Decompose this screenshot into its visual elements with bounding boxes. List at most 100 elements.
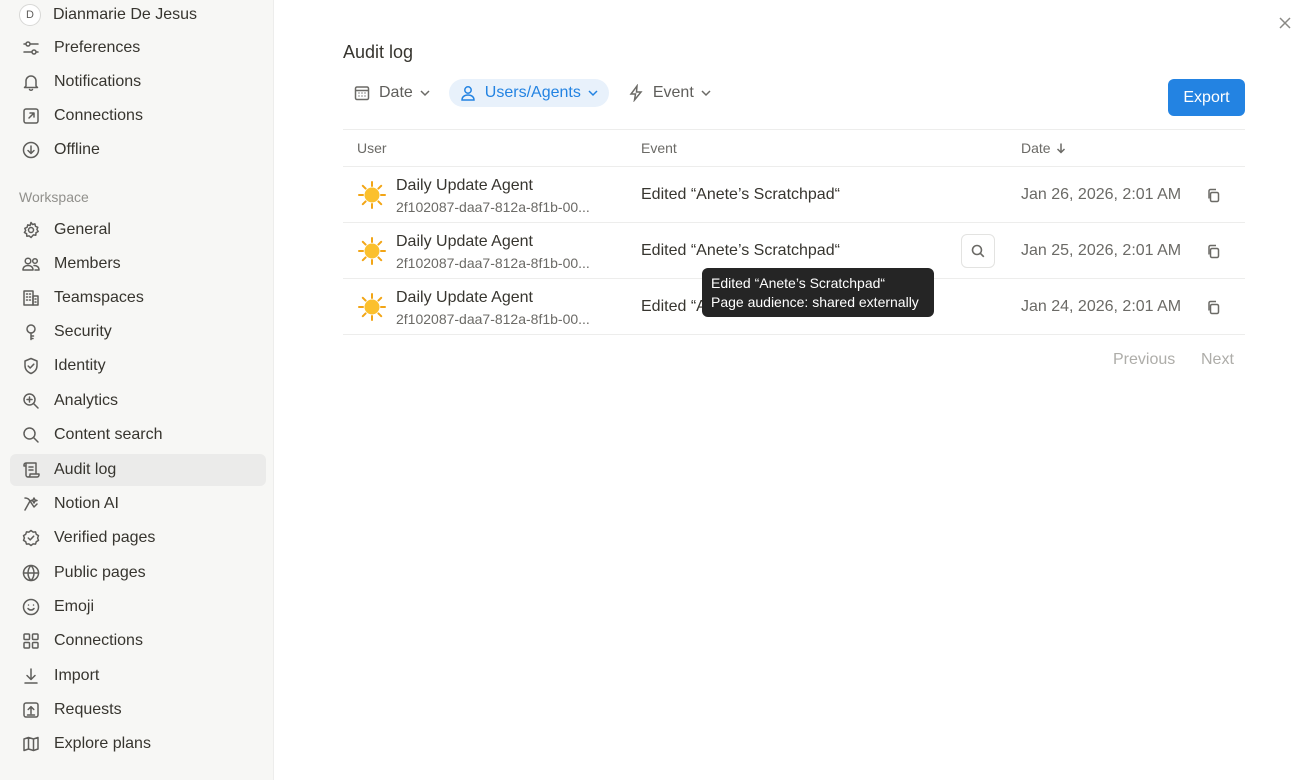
map-icon — [20, 733, 42, 755]
sidebar-item-notifications[interactable]: Notifications — [10, 66, 266, 98]
building-icon — [20, 287, 42, 309]
sidebar-item-offline[interactable]: Offline — [10, 134, 266, 166]
sidebar-item-label: Public pages — [54, 564, 146, 581]
smiley-icon — [20, 596, 42, 618]
sun-emoji-icon — [358, 181, 386, 209]
account-name: Dianmarie De Jesus — [53, 6, 198, 23]
zoom-plus-icon — [20, 390, 42, 412]
sidebar-item-label: Connections — [54, 107, 143, 124]
copy-button[interactable] — [1203, 241, 1223, 261]
date-filter-label: Date — [379, 84, 413, 101]
sidebar-item-label: Content search — [54, 426, 163, 443]
page-title: Audit log — [343, 42, 414, 62]
copy-icon — [1207, 244, 1219, 258]
sidebar-item-public-pages[interactable]: Public pages — [10, 557, 266, 589]
search-icon — [20, 424, 42, 446]
sidebar-item-import[interactable]: Import — [10, 660, 266, 692]
event-date: Jan 26, 2026, 2:01 AM — [1021, 186, 1182, 203]
copy-button[interactable] — [1203, 297, 1223, 317]
event-text: Edited “Anete’s Scratchpad“ — [641, 242, 840, 259]
upload-box-icon — [20, 699, 42, 721]
user-name: Daily Update Agent — [396, 233, 533, 250]
sidebar-item-label: General — [54, 221, 111, 238]
sliders-icon — [20, 37, 42, 59]
date-filter[interactable]: Date — [343, 79, 441, 107]
user-id: 2f102087-daa7-812a-8f1b-00... — [396, 255, 590, 271]
download-arrow-icon — [20, 665, 42, 687]
sidebar-item-label: Connections — [54, 632, 143, 649]
search-icon — [971, 244, 985, 258]
sidebar-item-label: Import — [54, 667, 100, 684]
sidebar-item-emoji[interactable]: Emoji — [10, 591, 266, 623]
event-filter[interactable]: Event — [617, 79, 722, 107]
sidebar-item-general[interactable]: General — [10, 214, 266, 246]
arrow-down-icon — [1056, 143, 1065, 154]
sidebar-item-explore-plans[interactable]: Explore plans — [10, 728, 266, 760]
settings-sidebar: D Dianmarie De Jesus Preferences Notific… — [0, 0, 274, 780]
verified-badge-icon — [20, 527, 42, 549]
grid-icon — [20, 630, 42, 652]
chevron-down-icon — [588, 90, 598, 97]
workspace-section-label: Workspace — [19, 189, 89, 205]
sidebar-item-label: Verified pages — [54, 529, 156, 546]
users-agents-filter[interactable]: Users/Agents — [448, 79, 609, 107]
event-date: Jan 25, 2026, 2:01 AM — [1021, 242, 1182, 259]
bell-icon — [20, 71, 42, 93]
person-icon — [461, 86, 475, 101]
close-button[interactable] — [1274, 12, 1296, 34]
ai-icon — [20, 493, 42, 515]
sidebar-item-label: Notifications — [54, 73, 142, 90]
download-circle-icon — [20, 139, 42, 161]
sidebar-item-label: Requests — [54, 701, 122, 718]
tooltip-line-2: Page audience: shared externally — [711, 294, 919, 310]
arrow-up-right-box-icon — [20, 105, 42, 127]
copy-button[interactable] — [1203, 185, 1223, 205]
filter-bar: Date Users/Agents Event — [343, 79, 730, 107]
people-icon — [20, 253, 42, 275]
copy-icon — [1207, 300, 1219, 314]
previous-page-button[interactable]: Previous — [1113, 351, 1175, 369]
tooltip-line-1: Edited “Anete’s Scratchpad“ — [711, 275, 886, 291]
sidebar-item-label: Explore plans — [54, 735, 151, 752]
sidebar-item-label: Identity — [54, 357, 106, 374]
sidebar-item-notion-ai[interactable]: Notion AI — [10, 488, 266, 520]
account-header[interactable]: D Dianmarie De Jesus — [19, 3, 197, 27]
sidebar-item-analytics[interactable]: Analytics — [10, 385, 266, 417]
key-icon — [20, 321, 42, 343]
column-header-date[interactable]: Date — [1021, 140, 1067, 156]
sidebar-item-requests[interactable]: Requests — [10, 694, 266, 726]
event-tooltip: Edited “Anete’s Scratchpad“ Page audienc… — [702, 268, 934, 317]
avatar: D — [19, 4, 41, 26]
inspect-event-button[interactable] — [961, 234, 995, 268]
table-row[interactable]: Daily Update Agent 2f102087-daa7-812a-8f… — [343, 167, 1245, 223]
scroll-icon — [20, 459, 42, 481]
sun-emoji-icon — [358, 237, 386, 265]
column-header-user[interactable]: User — [357, 140, 387, 156]
sidebar-item-label: Security — [54, 323, 112, 340]
event-text: Edited “Anete’s Scratchpad“ — [641, 186, 840, 203]
table-header: User Event Date — [343, 130, 1245, 167]
next-page-button[interactable]: Next — [1201, 351, 1234, 369]
sidebar-item-identity[interactable]: Identity — [10, 350, 266, 382]
sidebar-item-connections[interactable]: Connections — [10, 100, 266, 132]
column-header-event[interactable]: Event — [641, 140, 677, 156]
event-filter-label: Event — [652, 84, 694, 101]
sidebar-item-members[interactable]: Members — [10, 248, 266, 280]
shield-check-icon — [20, 355, 42, 377]
chevron-down-icon — [701, 90, 711, 97]
sidebar-item-security[interactable]: Security — [10, 316, 266, 348]
event-date: Jan 24, 2026, 2:01 AM — [1021, 298, 1182, 315]
close-icon — [1279, 17, 1291, 29]
sidebar-item-preferences[interactable]: Preferences — [10, 32, 266, 64]
sidebar-item-label: Emoji — [54, 598, 95, 615]
sidebar-item-verified-pages[interactable]: Verified pages — [10, 522, 266, 554]
user-name: Daily Update Agent — [396, 289, 533, 306]
user-name: Daily Update Agent — [396, 177, 533, 194]
event-text: Edited “A — [641, 298, 707, 315]
sidebar-item-audit-log[interactable]: Audit log — [10, 454, 266, 486]
export-button[interactable]: Export — [1168, 79, 1245, 116]
sidebar-item-content-search[interactable]: Content search — [10, 419, 266, 451]
sidebar-item-teamspaces[interactable]: Teamspaces — [10, 282, 266, 314]
sidebar-item-label: Teamspaces — [54, 289, 144, 306]
sidebar-item-connections-workspace[interactable]: Connections — [10, 625, 266, 657]
